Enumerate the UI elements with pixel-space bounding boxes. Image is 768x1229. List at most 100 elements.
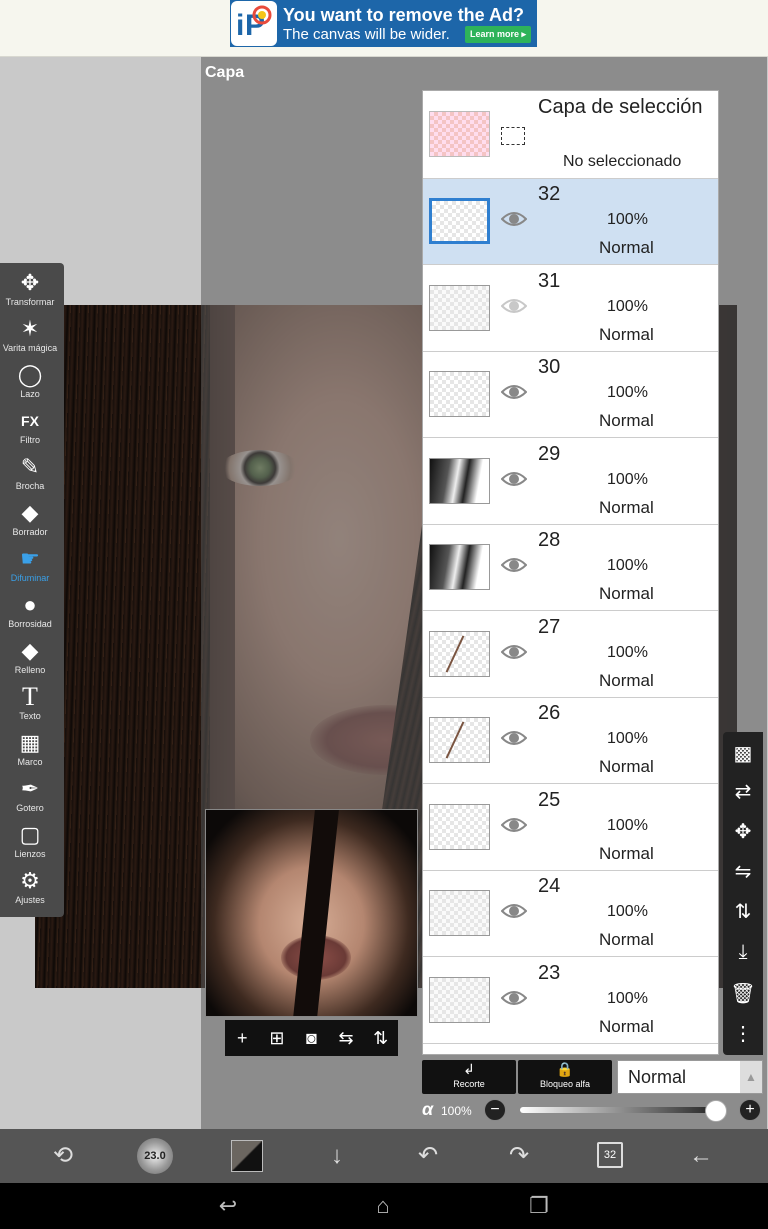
visibility-eye-icon[interactable] — [501, 469, 527, 489]
tool-lasso[interactable]: ◯ Lazo — [0, 361, 60, 407]
tool-blur[interactable]: ● Borrosidad — [0, 591, 60, 637]
tool-settings[interactable]: ⚙ Ajustes — [0, 867, 60, 913]
visibility-eye-icon[interactable] — [501, 382, 527, 402]
tool-label: Varita mágica — [2, 343, 58, 353]
add-image-layer-icon[interactable]: ⊞ — [263, 1028, 291, 1049]
tool-magic-wand[interactable]: ✶ Varita mágica — [0, 315, 60, 361]
tool-label: Lazo — [20, 389, 40, 399]
visibility-eye-icon[interactable] — [501, 209, 527, 229]
visibility-eye-icon[interactable] — [501, 901, 527, 921]
layer-row[interactable]: 26 100% Normal — [423, 698, 718, 784]
tool-label: Filtro — [20, 435, 40, 445]
more-icon[interactable]: ⋮ — [723, 1016, 763, 1052]
color-swatch[interactable] — [231, 1140, 263, 1172]
layer-number: 26 — [538, 702, 561, 724]
tool-label: Difuminar — [10, 573, 50, 583]
magic-wand-icon: ✶ — [20, 316, 40, 341]
visibility-eye-icon[interactable] — [501, 728, 527, 748]
layer-blend-mode: Normal — [599, 670, 654, 690]
layer-opacity: 100% — [607, 470, 648, 488]
opacity-slider-handle[interactable] — [705, 1100, 727, 1122]
flip-vertical-icon[interactable]: ⇅ — [723, 894, 763, 930]
layer-list[interactable]: Capa de selección No seleccionado 32 100%… — [422, 90, 719, 1055]
layer-row[interactable]: 29 100% Normal — [423, 438, 718, 525]
tool-smudge[interactable]: ☛ Difuminar — [0, 545, 60, 591]
tool-frame[interactable]: ▦ Marco — [0, 729, 60, 775]
layer-number: 27 — [538, 615, 561, 638]
flip-vertical-icon[interactable]: ⇅ — [367, 1028, 395, 1049]
layer-row[interactable]: 31 100% Normal — [423, 265, 718, 352]
reference-preview[interactable] — [205, 809, 418, 1017]
tool-canvas[interactable]: ▢ Lienzos — [0, 821, 60, 867]
layer-thumbnail — [429, 544, 490, 590]
back-arrow-icon[interactable]: ← — [671, 1129, 731, 1183]
layer-row[interactable]: 23 100% Normal — [423, 957, 718, 1044]
layer-thumbnail — [429, 284, 490, 331]
tool-filter[interactable]: FX Filtro — [0, 407, 60, 453]
layer-row[interactable]: 24 100% Normal — [423, 871, 718, 957]
layer-blend-mode: Normal — [599, 1016, 654, 1036]
tool-label: Lienzos — [14, 849, 46, 859]
layer-thumbnail — [429, 717, 490, 763]
visibility-eye-icon[interactable] — [501, 988, 527, 1008]
alpha-lock-button[interactable]: 🔒 Bloqueo alfa — [518, 1060, 612, 1094]
tool-text[interactable]: T Texto — [0, 683, 60, 729]
visibility-eye-icon[interactable] — [501, 555, 527, 575]
opacity-decrease-button[interactable]: − — [484, 1099, 506, 1121]
layer-row[interactable]: 32 100% Normal — [423, 179, 718, 265]
layer-number: 28 — [538, 529, 561, 551]
ad-banner[interactable]: i P You want to remove the Ad? The canva… — [230, 0, 537, 47]
blend-mode-select[interactable]: Normal ▲ — [617, 1060, 763, 1094]
layer-row[interactable]: 25 100% Normal — [423, 784, 718, 871]
tool-brush[interactable]: ✎ Brocha — [0, 453, 60, 499]
tool-transform[interactable]: ✥ Transformar — [0, 269, 60, 315]
swap-layer-icon[interactable]: ⇄ — [723, 774, 763, 810]
selection-layer-row[interactable]: Capa de selección No seleccionado — [423, 91, 718, 179]
undo-icon[interactable]: ↶ — [398, 1129, 458, 1183]
tool-eraser[interactable]: ◆ Borrador — [0, 499, 60, 545]
fx-icon: FX — [21, 413, 39, 429]
brush-size-button[interactable]: 23.0 — [137, 1138, 173, 1174]
checker-icon[interactable]: ▩ — [723, 736, 763, 772]
lasso-icon: ◯ — [17, 362, 43, 387]
clip-button[interactable]: ↲ Recorte — [422, 1060, 516, 1094]
layer-number: 30 — [538, 356, 561, 378]
visibility-eye-icon[interactable] — [501, 642, 527, 662]
redo-icon[interactable]: ↷ — [489, 1129, 549, 1183]
layer-blend-mode: Normal — [599, 584, 654, 603]
arrow-down-icon[interactable]: ↓ — [307, 1129, 367, 1183]
nav-recents-icon[interactable]: ❐ — [509, 1183, 569, 1229]
camera-icon[interactable]: ◙ — [297, 1028, 325, 1049]
layer-row[interactable]: 30 100% Normal — [423, 352, 718, 438]
layer-number: 23 — [538, 961, 561, 984]
layer-row[interactable]: 27 100% Normal — [423, 611, 718, 698]
merge-down-icon[interactable]: ⤓ — [723, 934, 763, 970]
move-icon: ✥ — [20, 270, 40, 295]
alpha-symbol: α — [422, 1099, 434, 1119]
trash-icon[interactable]: 🗑 — [723, 976, 763, 1012]
layer-row[interactable]: 28 100% Normal — [423, 525, 718, 611]
layer-thumbnail — [429, 457, 490, 504]
layer-blend-mode: Normal — [599, 497, 654, 517]
system-nav-bar: ↩ ⌂ ❐ — [0, 1183, 768, 1229]
nav-home-icon[interactable]: ⌂ — [353, 1183, 413, 1229]
flip-horizontal-icon[interactable]: ⇆ — [332, 1028, 360, 1049]
layer-number: 32 — [538, 183, 561, 205]
tool-eyedropper[interactable]: ✒ Gotero — [0, 775, 60, 821]
add-layer-icon[interactable]: + — [228, 1028, 256, 1049]
visibility-eye-icon[interactable] — [501, 296, 527, 316]
move-icon[interactable]: ✥ — [723, 814, 763, 850]
tool-fill[interactable]: ◆ Relleno — [0, 637, 60, 683]
ad-learn-more-button[interactable]: Learn more ▸ — [464, 26, 531, 43]
opacity-increase-button[interactable]: + — [739, 1099, 761, 1121]
opacity-slider-track[interactable] — [520, 1107, 718, 1113]
fill-icon: ◆ — [21, 638, 39, 663]
layer-thumbnail — [429, 198, 490, 244]
flip-horizontal-icon[interactable]: ⇋ — [723, 854, 763, 890]
thumbnail-stroke — [445, 634, 465, 673]
tool-label: Transformar — [5, 297, 55, 307]
layers-count-button[interactable]: 32 — [597, 1142, 623, 1168]
visibility-eye-icon[interactable] — [501, 815, 527, 835]
quick-menu-icon[interactable]: ⟲ — [33, 1129, 93, 1183]
nav-back-icon[interactable]: ↩ — [198, 1183, 258, 1229]
